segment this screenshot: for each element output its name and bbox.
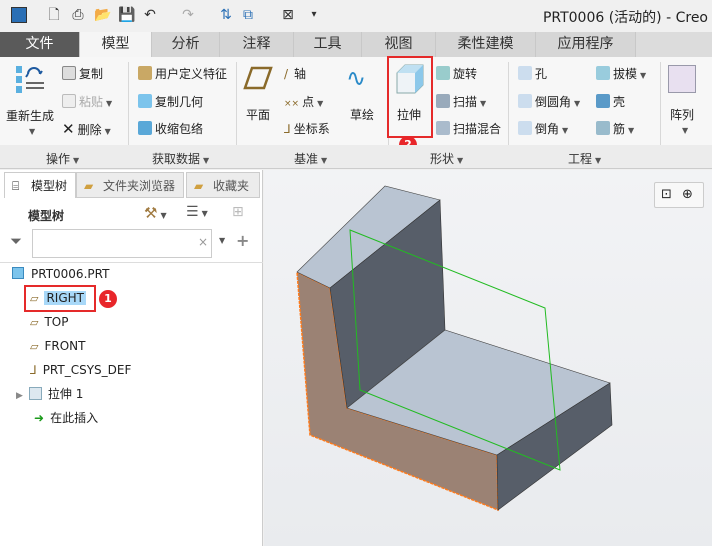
- 3d-model-view: [296, 185, 613, 512]
- graphics-area[interactable]: ⊡ ⊕: [264, 170, 712, 546]
